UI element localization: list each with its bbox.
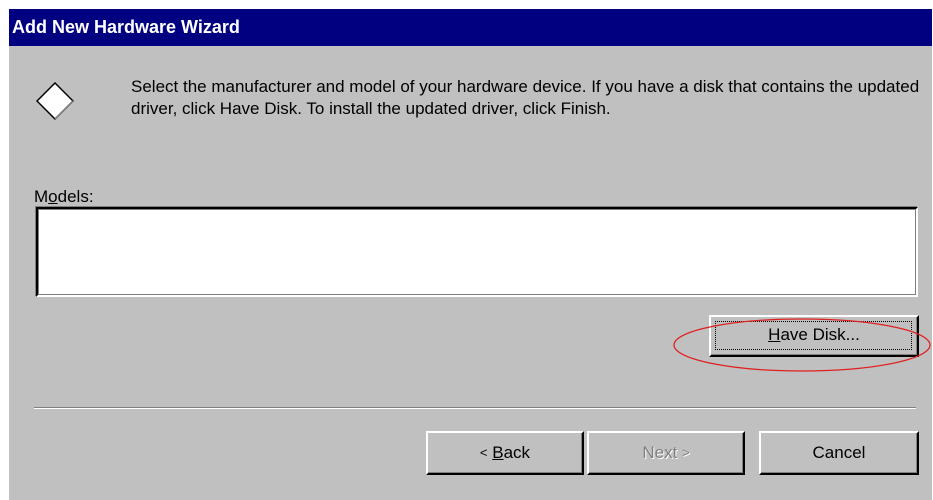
- separator: [34, 407, 916, 409]
- cancel-label: Cancel: [812, 443, 866, 462]
- instructions-text: Select the manufacturer and model of you…: [131, 77, 920, 118]
- diamond-icon: [36, 82, 74, 120]
- cancel-button[interactable]: Cancel: [759, 431, 919, 475]
- wizard-window: Add New Hardware Wizard Select the manuf…: [9, 9, 932, 500]
- window-titlebar: Add New Hardware Wizard: [9, 9, 932, 46]
- models-listbox[interactable]: [36, 207, 918, 297]
- have-disk-button[interactable]: Have Disk...: [709, 315, 919, 357]
- next-button[interactable]: Next >: [587, 431, 745, 475]
- back-label: < Back: [479, 443, 531, 462]
- back-button[interactable]: < Back: [426, 431, 584, 475]
- focus-rect: [715, 321, 912, 350]
- next-label: Next >: [642, 443, 690, 462]
- models-label: Models:: [34, 187, 94, 206]
- window-title: Add New Hardware Wizard: [12, 17, 240, 37]
